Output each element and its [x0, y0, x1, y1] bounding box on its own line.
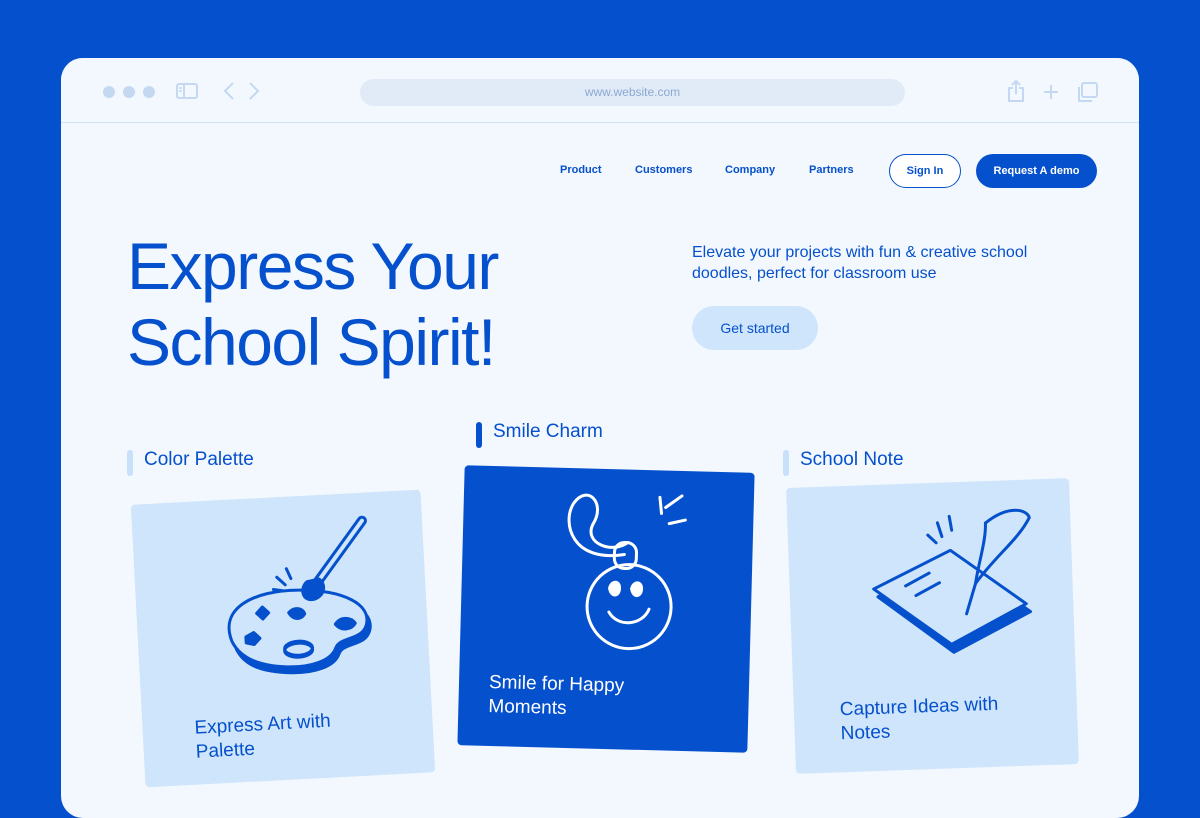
card-smile-charm[interactable]: Smile for Happy Moments: [457, 465, 755, 753]
category-label-text: School Note: [800, 449, 904, 470]
category-label-text: Color Palette: [144, 449, 254, 470]
notebook-quill-icon: [872, 508, 1033, 654]
nav-link-product[interactable]: Product: [560, 164, 602, 176]
browser-window: www.website.com Product Customers Compan…: [61, 58, 1139, 818]
card-caption-line-1: Smile for Happy: [488, 671, 625, 697]
hero-title-line-1: Express Your: [127, 229, 499, 303]
category-label-text: Smile Charm: [493, 421, 603, 442]
card-caption: Express Art with Palette: [194, 710, 333, 765]
card-caption-line-1: Express Art with: [194, 710, 332, 739]
category-label-smile-charm: Smile Charm: [476, 421, 603, 448]
card-caption-line-2: Palette: [195, 738, 256, 763]
hero-subtitle: Elevate your projects with fun & creativ…: [692, 244, 1028, 282]
new-tab-plus-icon[interactable]: [1043, 84, 1059, 100]
card-color-palette[interactable]: Express Art with Palette: [130, 489, 436, 788]
get-started-button[interactable]: Get started: [692, 306, 818, 350]
card-caption-line-2: Notes: [840, 721, 891, 745]
sign-in-button[interactable]: Sign In: [889, 154, 961, 188]
card-school-note[interactable]: Capture Ideas with Notes: [786, 478, 1079, 774]
sidebar-toggle-icon[interactable]: [176, 83, 198, 99]
smile-charm-icon: [567, 493, 687, 651]
forward-arrow-icon[interactable]: [248, 82, 260, 100]
hero-title: Express Your School Spirit!: [127, 228, 667, 380]
share-icon[interactable]: [1007, 80, 1025, 102]
request-demo-button[interactable]: Request A demo: [976, 154, 1097, 188]
hero-title-line-2: School Spirit!: [127, 305, 496, 379]
browser-toolbar: www.website.com: [61, 58, 1139, 123]
nav-link-partners[interactable]: Partners: [809, 164, 854, 176]
nav-link-company[interactable]: Company: [725, 164, 775, 176]
back-arrow-icon[interactable]: [223, 82, 235, 100]
window-dot-maximize[interactable]: [143, 86, 155, 98]
card-caption-line-2: Moments: [488, 695, 567, 719]
tabs-overview-icon[interactable]: [1076, 82, 1098, 102]
category-label-color-palette: Color Palette: [127, 449, 254, 476]
nav-link-customers[interactable]: Customers: [635, 164, 692, 176]
card-caption: Capture Ideas with Notes: [839, 693, 999, 746]
card-caption-line-1: Capture Ideas with: [839, 693, 999, 721]
window-dot-minimize[interactable]: [123, 86, 135, 98]
address-bar[interactable]: www.website.com: [360, 79, 905, 106]
category-label-school-note: School Note: [783, 449, 904, 476]
palette-icon: [227, 515, 372, 675]
card-caption: Smile for Happy Moments: [488, 671, 624, 723]
window-dot-close[interactable]: [103, 86, 115, 98]
